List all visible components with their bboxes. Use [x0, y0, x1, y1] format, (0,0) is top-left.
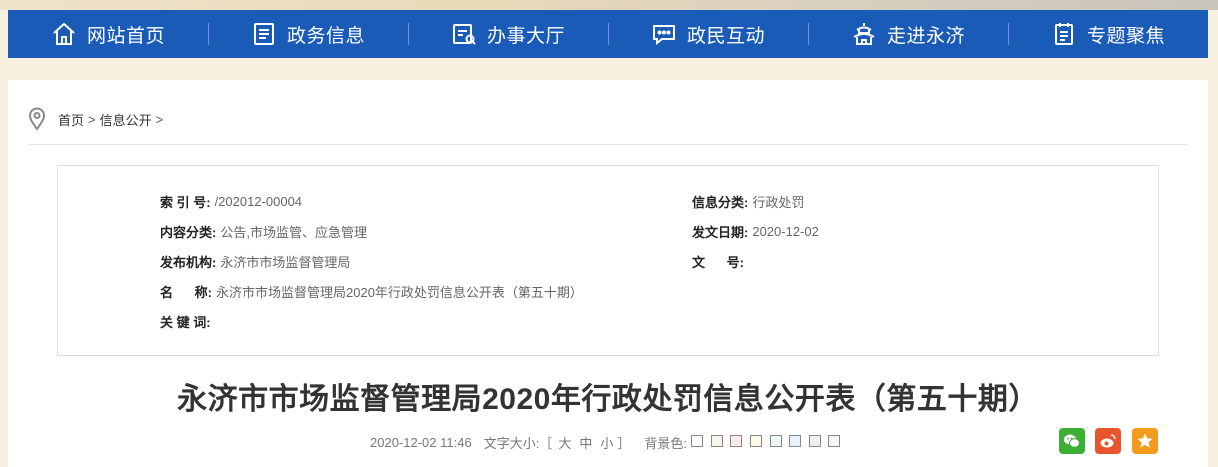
meta-key: 关 键 词: — [160, 314, 211, 330]
share-weibo-button[interactable] — [1095, 428, 1121, 454]
meta-issue-date: 发文日期: 2020-12-02 — [692, 221, 819, 241]
nav-item-label: 办事大厅 — [486, 25, 565, 47]
breadcrumb-home-link[interactable]: 首页 — [58, 110, 84, 129]
favorite-star-icon — [1137, 433, 1153, 448]
document-metadata: 索 引 号: /202012-00004 信息分类: 行政处罚 内容分类: 公告… — [57, 165, 1159, 356]
bg-swatch-button[interactable] — [710, 434, 723, 447]
nav-item-interaction[interactable]: 政民互动 — [608, 10, 808, 58]
meta-key: 文 号: — [692, 254, 745, 270]
breadcrumb: 首页 > 信息公开 > — [28, 104, 167, 134]
bg-swatch-button[interactable] — [789, 434, 802, 447]
home-icon — [53, 22, 75, 45]
breadcrumb-divider — [28, 144, 1188, 145]
meta-content-type: 内容分类: 公告,市场监管、应急管理 — [160, 221, 367, 241]
bg-swatch-button[interactable] — [691, 434, 703, 447]
header-decoration — [0, 0, 1218, 10]
breadcrumb-separator: > — [155, 111, 164, 127]
document-info-bar: 2020-12-02 11:46 文字大小:［ 大 中 小 ］ 背景色: — [370, 432, 844, 452]
meta-category: 信息分类: 行政处罚 — [692, 191, 804, 211]
nav-item-label: 专题聚焦 — [1086, 25, 1165, 47]
meta-value: 永济市市场监督管理局 — [220, 254, 351, 270]
meta-key: 信息分类: — [692, 194, 749, 210]
meta-key: 发布机构: — [160, 254, 217, 270]
weibo-icon — [1100, 434, 1116, 448]
font-size-label: 文字大小:［ — [483, 435, 553, 451]
nav-item-special-topics[interactable]: 专题聚焦 — [1008, 10, 1208, 58]
meta-name: 名 称: 永济市市场监督管理局2020年行政处罚信息公开表（第五十期） — [160, 281, 583, 301]
notepad-icon — [1054, 23, 1073, 45]
nav-item-label: 网站首页 — [86, 25, 165, 47]
meta-key: 内容分类: — [160, 224, 217, 240]
document-title: 永济市市场监督管理局2020年行政处罚信息公开表（第五十期） — [177, 383, 1039, 416]
font-size-medium-button[interactable]: 中 — [579, 433, 592, 452]
nav-item-label: 政务信息 — [286, 25, 365, 47]
meta-value: /202012-00004 — [214, 193, 303, 209]
meta-value: 2020-12-02 — [752, 223, 819, 239]
nav-item-label: 走进永济 — [886, 25, 965, 47]
meta-key: 发文日期: — [692, 224, 749, 240]
pagoda-icon — [853, 23, 875, 45]
meta-keywords: 关 键 词: — [160, 311, 215, 331]
bg-swatch-button[interactable] — [808, 434, 821, 447]
content-panel: 首页 > 信息公开 > 索 引 号: /202012-00004 信息分类: 行… — [8, 80, 1208, 467]
nav-item-about-yongji[interactable]: 走进永济 — [808, 10, 1008, 58]
nav-item-gov-info[interactable]: 政务信息 — [208, 10, 408, 58]
meta-publisher: 发布机构: 永济市市场监督管理局 — [160, 251, 350, 271]
publish-datetime: 2020-12-02 11:46 — [370, 434, 472, 450]
document-list-icon — [253, 23, 274, 45]
bg-swatch-button[interactable] — [828, 434, 841, 447]
location-pin-icon — [28, 107, 46, 131]
meta-key: 索 引 号: — [160, 194, 211, 210]
bg-swatch-button[interactable] — [730, 434, 743, 447]
meta-index-no: 索 引 号: /202012-00004 — [160, 191, 302, 211]
share-wechat-button[interactable] — [1059, 428, 1085, 454]
main-nav: 网站首页 政务信息 办事大厅 政民互动 走进永济 专题聚焦 — [8, 10, 1208, 58]
nav-item-label: 政民互动 — [686, 25, 765, 47]
meta-value: 永济市市场监督管理局2020年行政处罚信息公开表（第五十期） — [216, 284, 583, 300]
meta-key: 名 称: — [160, 284, 213, 300]
service-hall-icon — [452, 24, 476, 45]
wechat-icon — [1064, 434, 1080, 448]
meta-doc-no: 文 号: — [692, 251, 748, 271]
bg-swatch-button[interactable] — [769, 434, 782, 447]
meta-value: 公告,市场监管、应急管理 — [220, 224, 367, 240]
bg-swatch-button[interactable] — [749, 434, 762, 447]
font-size-small-button[interactable]: 小 — [600, 433, 613, 452]
breadcrumb-info-public-link[interactable]: 信息公开 — [100, 110, 152, 129]
nav-item-home[interactable]: 网站首页 — [8, 10, 208, 58]
background-color-label: 背景色: — [644, 435, 687, 451]
meta-value: 行政处罚 — [752, 194, 805, 210]
font-size-large-button[interactable]: 大 — [558, 433, 571, 452]
chat-bubble-icon — [652, 25, 675, 46]
font-size-bracket: ］ — [617, 435, 631, 451]
breadcrumb-separator: > — [88, 111, 96, 127]
nav-item-service-hall[interactable]: 办事大厅 — [408, 10, 608, 58]
background-color-swatches — [691, 434, 844, 450]
add-favorite-button[interactable] — [1132, 428, 1158, 454]
